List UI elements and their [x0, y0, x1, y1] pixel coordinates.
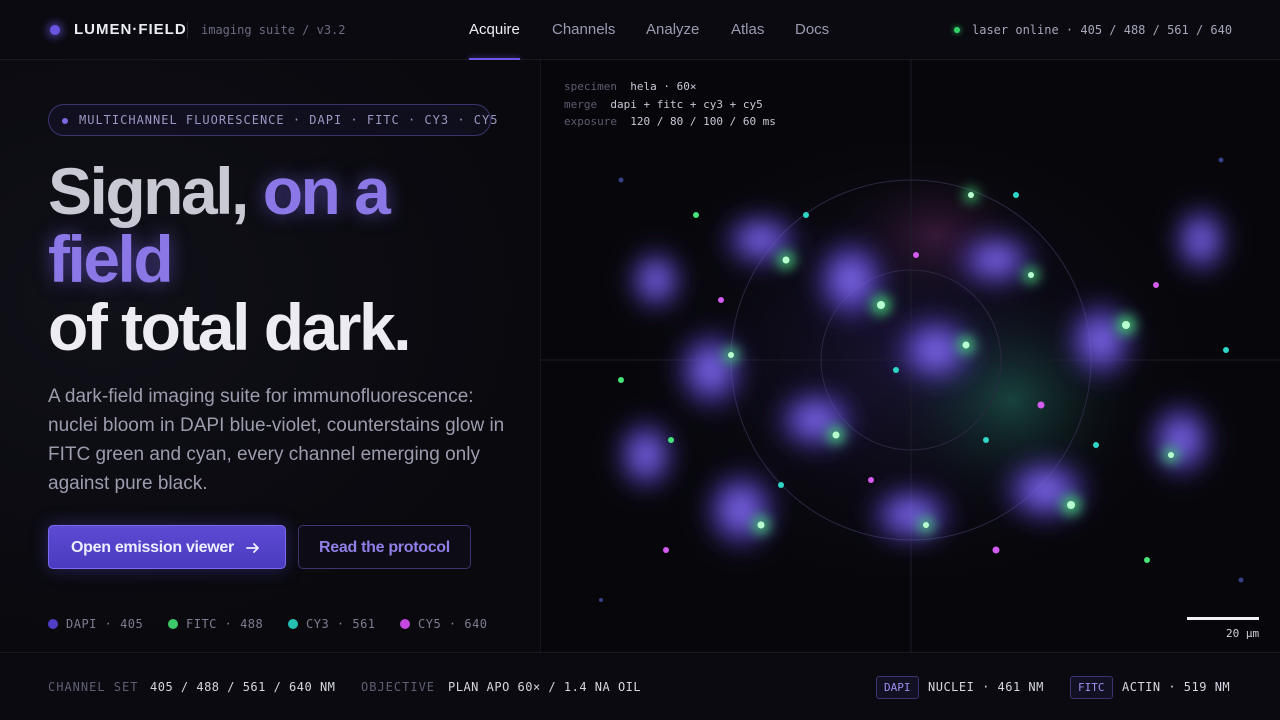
scale-bar-label: 20 µm [1226, 627, 1260, 640]
meta-specimen-key: specimen [564, 80, 617, 93]
meta-exposure: exposure 120 / 80 / 100 / 60 ms [564, 115, 776, 128]
nav-acquire[interactable]: Acquire [469, 21, 520, 38]
fitc-tag-value: ACTIN · 519 NM [1122, 680, 1231, 694]
headline-line-1: Signal, on a [48, 154, 391, 228]
cy3-dot-icon [288, 619, 298, 629]
cy5-dot-icon [400, 619, 410, 629]
headline-signal: Signal, [48, 154, 263, 228]
legend-cy3-label: CY3 · 561 [306, 617, 376, 631]
pill-dot-icon [62, 118, 68, 124]
open-emission-viewer-button[interactable]: Open emission viewer [48, 525, 286, 569]
headline-on-a: on a [262, 154, 391, 228]
laser-status-icon [954, 27, 960, 33]
top-bar: LUMEN·FIELD imaging suite / v3.2 Acquire… [0, 0, 1280, 60]
meta-exposure-key: exposure [564, 115, 617, 128]
channel-set-value: 405 / 488 / 561 / 640 NM [150, 680, 336, 694]
dapi-tag: DAPI [876, 676, 919, 699]
meta-exposure-value: 120 / 80 / 100 / 60 ms [630, 115, 776, 128]
legend-dapi-label: DAPI · 405 [66, 617, 144, 631]
read-protocol-label: Read the protocol [319, 539, 450, 556]
headline-dark: of total dark. [48, 290, 412, 364]
meta-specimen: specimen hela · 60× [564, 80, 696, 93]
nav-analyze[interactable]: Analyze [646, 21, 699, 38]
hero-description: A dark-field imaging suite for immunoflu… [48, 386, 505, 494]
fluorescence-image [541, 60, 1280, 652]
app-version: imaging suite / v3.2 [201, 23, 346, 37]
legend-cy5-label: CY5 · 640 [418, 617, 488, 631]
emission-viewer[interactable]: specimen hela · 60× merge dapi + fitc + … [540, 60, 1280, 652]
logo[interactable]: LUMEN·FIELD [74, 21, 187, 38]
headline-field: field [48, 222, 174, 296]
meta-merge-value: dapi + fitc + cy3 + cy5 [610, 98, 763, 111]
objective-label: OBJECTIVE [361, 680, 436, 694]
spec-footer: CHANNEL SET 405 / 488 / 561 / 640 NM OBJ… [0, 652, 1280, 720]
fitc-tag: FITC [1070, 676, 1113, 699]
logo-divider [187, 22, 188, 38]
meta-merge: merge dapi + fitc + cy3 + cy5 [564, 98, 763, 111]
fitc-dot-icon [168, 619, 178, 629]
nav-atlas[interactable]: Atlas [731, 21, 764, 38]
nav-docs[interactable]: Docs [795, 21, 829, 38]
headline-line-2: field [48, 222, 174, 296]
meta-specimen-value: hela · 60× [630, 80, 697, 93]
scale-bar [1187, 617, 1259, 620]
channel-set-label: CHANNEL SET [48, 680, 139, 694]
pill-text: MULTICHANNEL FLUORESCENCE · DAPI · FITC … [79, 113, 499, 127]
headline-line-3: of total dark. [48, 290, 412, 364]
read-protocol-button[interactable]: Read the protocol [298, 525, 471, 569]
open-emission-viewer-label: Open emission viewer [71, 539, 234, 556]
meta-merge-key: merge [564, 98, 598, 111]
nav-channels[interactable]: Channels [552, 21, 615, 38]
legend-fitc-label: FITC · 488 [186, 617, 264, 631]
logo-glow-icon [50, 25, 60, 35]
channel-pill: MULTICHANNEL FLUORESCENCE · DAPI · FITC … [48, 104, 497, 136]
arrow-right-icon [245, 537, 261, 556]
objective-value: PLAN APO 60× / 1.4 NA OIL [448, 680, 642, 694]
dapi-tag-value: NUCLEI · 461 NM [928, 680, 1044, 694]
dapi-dot-icon [48, 619, 58, 629]
laser-status: laser online · 405 / 488 / 561 / 640 [972, 23, 1233, 37]
